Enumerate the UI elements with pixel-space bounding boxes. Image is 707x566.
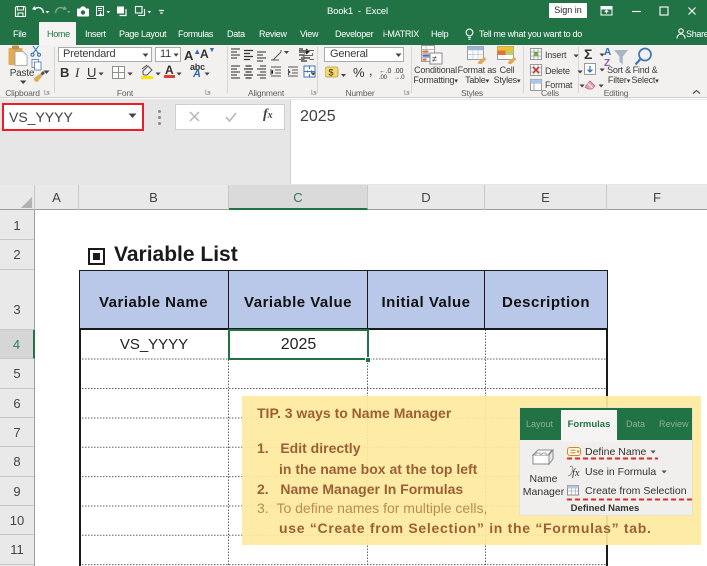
- svg-text:.00: .00: [379, 75, 388, 80]
- svg-text:←.0: ←.0: [379, 68, 392, 75]
- svg-text:$: $: [329, 68, 334, 78]
- svg-text:,: ,: [369, 65, 372, 78]
- svg-text:A: A: [604, 47, 611, 58]
- svg-text:.00: .00: [394, 68, 403, 75]
- svg-text:fx: fx: [572, 468, 580, 478]
- svg-text:→.0: →.0: [394, 75, 405, 80]
- svg-text:≠: ≠: [432, 54, 437, 64]
- svg-text:%: %: [353, 65, 365, 80]
